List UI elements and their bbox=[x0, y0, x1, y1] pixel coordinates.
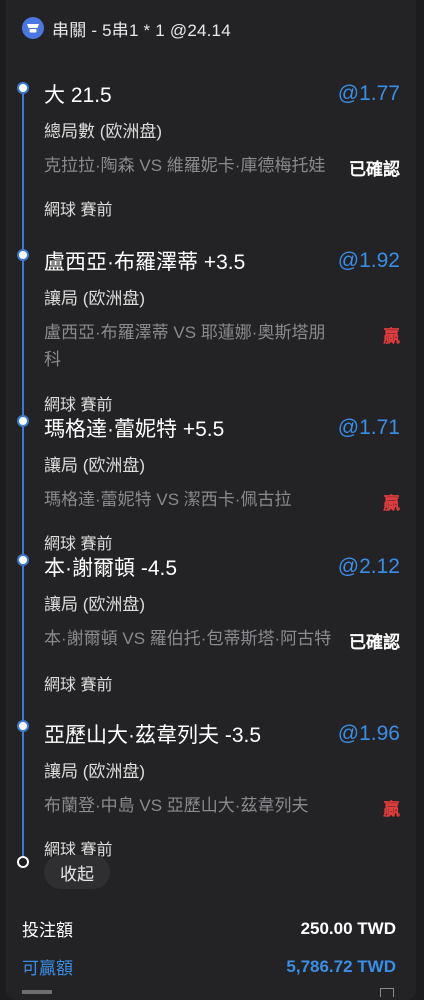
selection-match: 布蘭登·中島 VS 亞歷山大·茲韋列夫 bbox=[44, 796, 309, 815]
selection-item: 亞歷山大·茲韋列夫 -3.5 @1.96 讓局 (欧洲盘) 布蘭登·中島 VS … bbox=[44, 719, 400, 860]
status-badge: 贏 bbox=[383, 327, 400, 346]
status-badge: 已確認 bbox=[349, 160, 400, 179]
parlay-icon bbox=[22, 17, 44, 39]
selection-market: 讓局 (欧洲盘) bbox=[44, 456, 146, 475]
potential-win-value: 5,786.72 TWD bbox=[286, 956, 396, 976]
timeline-dot bbox=[17, 82, 29, 94]
selection-sport: 網球 賽前 bbox=[44, 397, 113, 414]
cut-off-icon bbox=[380, 988, 394, 997]
selection-odds: @1.92 bbox=[337, 249, 400, 272]
selection-name: 盧西亞·布羅澤蒂 +3.5 bbox=[44, 251, 246, 274]
timeline-dot bbox=[17, 554, 29, 566]
selection-name: 亞歷山大·茲韋列夫 -3.5 bbox=[44, 724, 262, 747]
selection-match: 本·謝爾頓 VS 羅伯托·包蒂斯塔·阿古特 bbox=[44, 629, 332, 648]
selection-name: 本·謝爾頓 -4.5 bbox=[44, 557, 178, 580]
selection-odds: @1.71 bbox=[337, 416, 400, 439]
status-badge: 贏 bbox=[383, 800, 400, 819]
selection-name: 瑪格達·蕾妮特 +5.5 bbox=[44, 418, 225, 441]
timeline-dot bbox=[17, 720, 29, 732]
selection-odds: @1.77 bbox=[337, 82, 400, 105]
selection-sport: 網球 賽前 bbox=[44, 536, 113, 553]
selection-item: 大 21.5 @1.77 總局數 (欧洲盘) 克拉拉·陶森 VS 維羅妮卡·庫德… bbox=[44, 79, 400, 220]
bet-header: 串關 - 5串1 * 1 @24.14 bbox=[22, 14, 231, 42]
selection-sport: 網球 賽前 bbox=[44, 202, 113, 219]
selection-name: 大 21.5 bbox=[44, 84, 112, 107]
selection-item: 瑪格達·蕾妮特 +5.5 @1.71 讓局 (欧洲盘) 瑪格達·蕾妮特 VS 潔… bbox=[44, 413, 400, 554]
potential-win-label: 可贏額 bbox=[22, 959, 73, 978]
selection-market: 讓局 (欧洲盘) bbox=[44, 595, 146, 614]
selection-item: 本·謝爾頓 -4.5 @2.12 讓局 (欧洲盘) 本·謝爾頓 VS 羅伯托·包… bbox=[44, 552, 400, 695]
selection-match: 瑪格達·蕾妮特 VS 潔西卡·佩古拉 bbox=[44, 490, 292, 509]
selection-odds: @1.96 bbox=[337, 722, 400, 745]
selection-item: 盧西亞·布羅澤蒂 +3.5 @1.92 讓局 (欧洲盘) 盧西亞·布羅澤蒂 VS… bbox=[44, 246, 400, 415]
bet-title: 串關 - 5串1 * 1 @24.14 bbox=[52, 20, 231, 40]
selection-odds: @2.12 bbox=[337, 555, 400, 578]
stake-row: 投注額 250.00 TWD bbox=[22, 916, 396, 941]
stake-value: 250.00 TWD bbox=[300, 918, 396, 938]
timeline-end-dot bbox=[17, 856, 29, 868]
collapse-button[interactable]: 收起 bbox=[44, 855, 110, 889]
selection-match: 盧西亞·布羅澤蒂 VS 耶蓮娜·奧斯塔朋科 bbox=[44, 323, 326, 369]
status-badge: 已確認 bbox=[349, 633, 400, 652]
status-badge: 贏 bbox=[383, 494, 400, 513]
timeline-line bbox=[22, 88, 24, 862]
timeline-dot bbox=[17, 415, 29, 427]
cut-off-row bbox=[22, 990, 52, 994]
timeline-dot bbox=[17, 249, 29, 261]
selection-market: 讓局 (欧洲盘) bbox=[44, 289, 146, 308]
stake-label: 投注額 bbox=[22, 921, 73, 940]
potential-win-row: 可贏額 5,786.72 TWD bbox=[22, 954, 396, 979]
selection-market: 讓局 (欧洲盘) bbox=[44, 762, 146, 781]
selection-match: 克拉拉·陶森 VS 維羅妮卡·庫德梅托娃 bbox=[44, 156, 326, 175]
selection-market: 總局數 (欧洲盘) bbox=[44, 122, 163, 141]
selection-sport: 網球 賽前 bbox=[44, 677, 113, 694]
